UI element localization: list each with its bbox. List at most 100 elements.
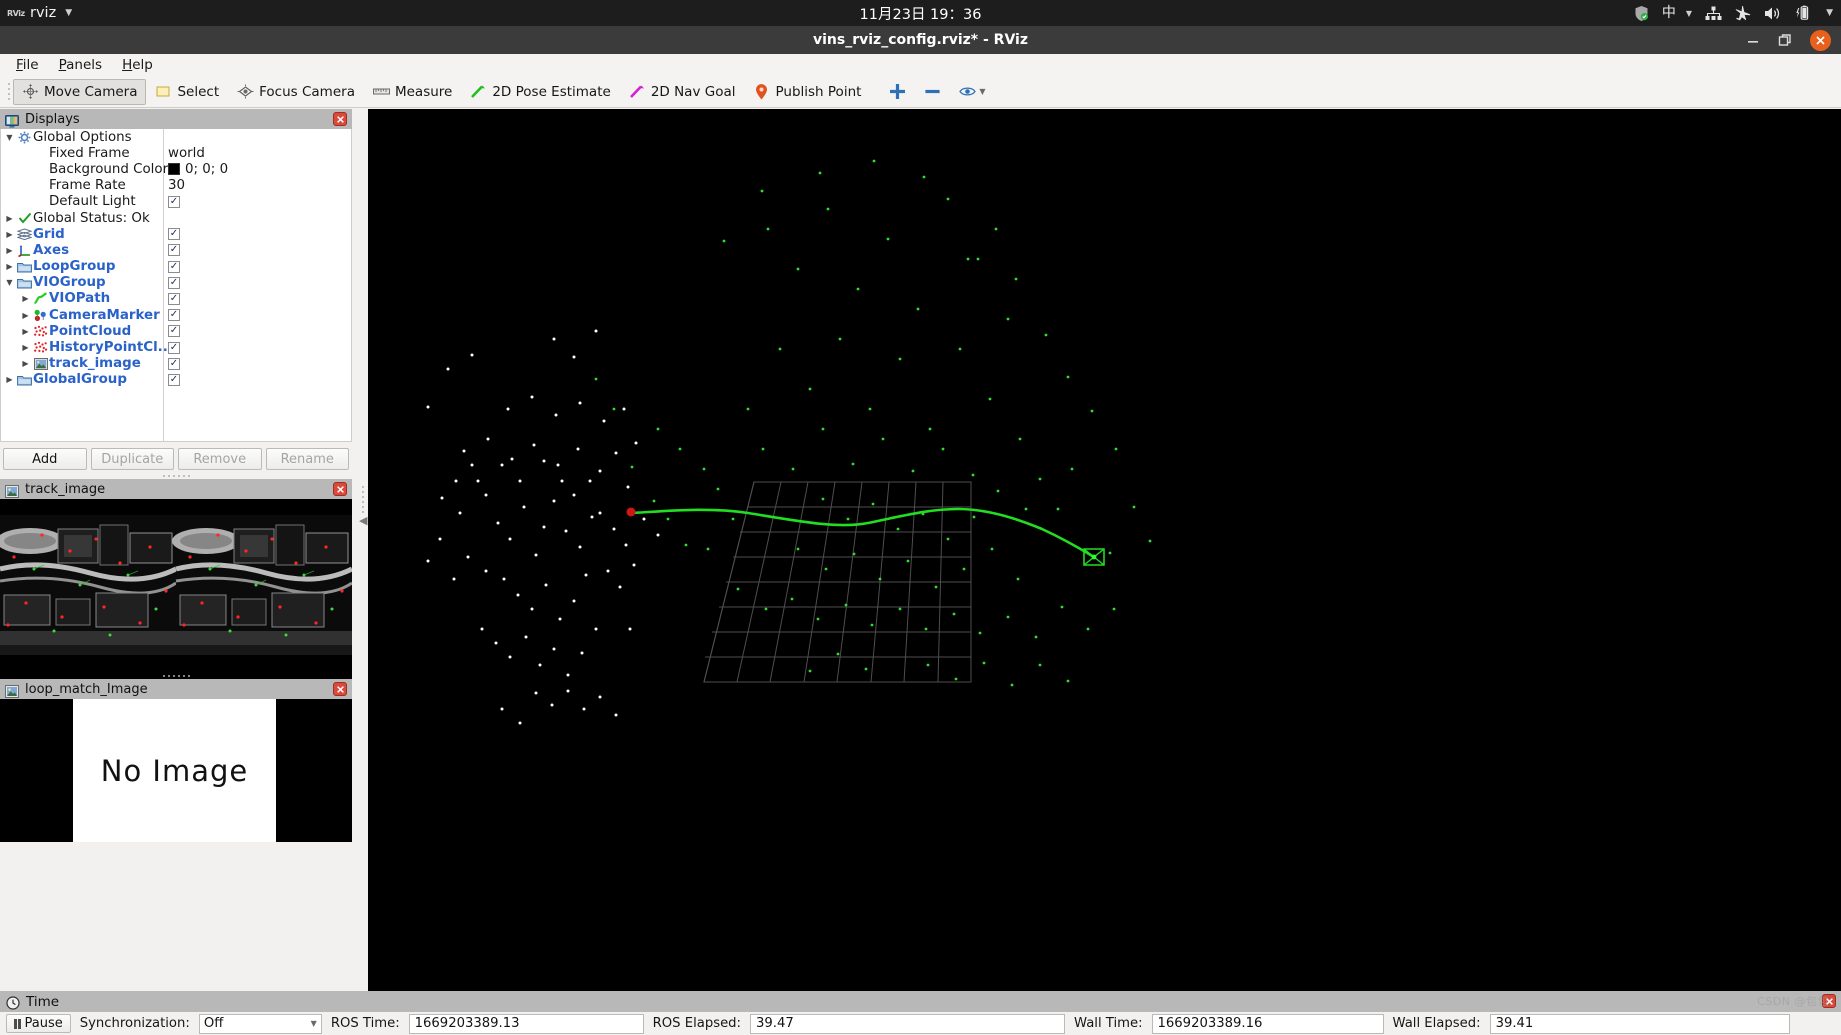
chevron-right-icon[interactable]: ▶ <box>19 311 32 320</box>
tool-visibility[interactable]: ▼ <box>950 79 994 105</box>
chevron-down-icon[interactable]: ▼ <box>3 278 16 287</box>
battery-icon[interactable] <box>1795 5 1811 21</box>
tree-item-checkbox[interactable]: ✓ <box>168 276 180 289</box>
chevron-right-icon[interactable]: ▶ <box>3 214 16 223</box>
tree-item-checkbox[interactable]: ✓ <box>168 292 180 305</box>
tree-row-globalgroup[interactable]: ▶ GlobalGroup ✓ <box>1 372 351 388</box>
tree-row-default-light[interactable]: Default Light ✓ <box>1 194 351 210</box>
tree-row-pointcloud[interactable]: ▶ PointCloud ✓ <box>1 323 351 339</box>
tree-row-historypointcl[interactable]: ▶ HistoryPointCl... ✓ <box>1 339 351 355</box>
displays-panel-close-icon[interactable] <box>333 112 347 126</box>
network-icon[interactable] <box>1705 6 1722 21</box>
tool-focus-camera[interactable]: Focus Camera <box>228 79 364 105</box>
tree-row-cameramarker[interactable]: ▶ CameraMarker ✓ <box>1 307 351 323</box>
checkbox-checked-icon[interactable]: ✓ <box>168 309 180 322</box>
tree-item-color-value[interactable]: 0; 0; 0 <box>168 162 228 177</box>
checkbox-checked-icon[interactable]: ✓ <box>168 244 180 257</box>
dock-splitter-handle-1[interactable] <box>0 472 352 479</box>
wall-time-field[interactable]: 1669203389.16 <box>1151 1013 1384 1034</box>
chevron-right-icon[interactable]: ▶ <box>19 359 32 368</box>
checkbox-checked-icon[interactable]: ✓ <box>168 228 180 241</box>
tree-item-checkbox[interactable]: ✓ <box>168 309 180 322</box>
chevron-right-icon[interactable]: ▶ <box>19 343 32 352</box>
tree-row-loopgroup[interactable]: ▶ LoopGroup ✓ <box>1 259 351 275</box>
pause-button[interactable]: Pause <box>6 1014 71 1033</box>
tool-measure[interactable]: Measure <box>364 79 461 105</box>
track-image-view[interactable] <box>0 499 352 679</box>
dock-splitter-handle-2[interactable] <box>0 672 352 679</box>
main-vertical-splitter[interactable] <box>358 109 367 890</box>
checkbox-checked-icon[interactable]: ✓ <box>168 292 180 305</box>
tree-row-viogroup[interactable]: ▼ VIOGroup ✓ <box>1 275 351 291</box>
tree-row-frame-rate[interactable]: Frame Rate 30 <box>1 178 351 194</box>
checkbox-checked-icon[interactable]: ✓ <box>168 325 180 338</box>
tree-row-axes[interactable]: ▶ Axes ✓ <box>1 242 351 258</box>
chevron-right-icon[interactable]: ▶ <box>3 375 16 384</box>
tree-item-checkbox[interactable]: ✓ <box>168 341 180 354</box>
tool-2d-nav-goal[interactable]: 2D Nav Goal <box>620 79 745 105</box>
tool-add[interactable] <box>880 79 915 105</box>
wall-elapsed-field[interactable]: 39.41 <box>1489 1013 1790 1034</box>
tree-row-viopath[interactable]: ▶ VIOPath ✓ <box>1 291 351 307</box>
chevron-down-icon[interactable]: ▼ <box>3 133 16 142</box>
tree-row-grid[interactable]: ▶ Grid ✓ <box>1 226 351 242</box>
ros-time-field[interactable]: 1669203389.13 <box>408 1013 644 1034</box>
checkbox-checked-icon[interactable]: ✓ <box>168 373 180 386</box>
synchronization-select[interactable]: Off ▼ <box>198 1013 322 1034</box>
displays-tree[interactable]: ▼ Global Options Fixed Frame world Backgroun… <box>0 129 352 442</box>
ros-elapsed-field[interactable]: 39.47 <box>750 1013 1065 1034</box>
tree-item-checkbox[interactable]: ✓ <box>168 228 180 241</box>
tree-item-checkbox[interactable]: ✓ <box>168 373 180 386</box>
tool-publish-point[interactable]: Publish Point <box>744 79 870 105</box>
track-image-panel-close-icon[interactable] <box>333 482 347 496</box>
tool-remove[interactable] <box>915 79 950 105</box>
tree-row-fixed-frame[interactable]: Fixed Frame world <box>1 145 351 161</box>
tree-item-value[interactable]: world <box>168 146 205 161</box>
chevron-right-icon[interactable]: ▶ <box>3 262 16 271</box>
menu-panels[interactable]: Panels <box>51 55 110 75</box>
minimize-button[interactable] <box>1746 33 1760 47</box>
toolbar-drag-handle[interactable] <box>4 81 13 103</box>
add-display-button[interactable]: Add <box>3 448 87 470</box>
chevron-down-icon[interactable]: ▼ <box>65 8 72 18</box>
chevron-right-icon[interactable]: ▶ <box>19 294 32 303</box>
loop-match-image-view[interactable]: No Image <box>0 699 352 842</box>
input-method-icon[interactable]: 中 ▼ <box>1662 6 1692 20</box>
system-app-name[interactable]: rviz <box>30 5 56 21</box>
chevron-down-icon[interactable]: ▼ <box>1686 9 1692 18</box>
render-viewport-3d[interactable] <box>368 109 1841 890</box>
system-app-menu[interactable]: RViz rviz ▼ <box>0 5 72 21</box>
shield-check-icon[interactable] <box>1634 5 1649 22</box>
tree-item-checkbox[interactable]: ✓ <box>168 325 180 338</box>
maximize-restore-button[interactable] <box>1778 33 1792 47</box>
airplane-mode-icon[interactable] <box>1735 5 1751 21</box>
tool-move-camera[interactable]: Move Camera <box>13 78 147 105</box>
chevron-right-icon[interactable]: ▶ <box>19 327 32 336</box>
duplicate-display-button[interactable]: Duplicate <box>90 448 174 470</box>
tree-row-track-image[interactable]: ▶ track_image ✓ <box>1 356 351 372</box>
checkbox-checked-icon[interactable]: ✓ <box>168 341 180 354</box>
tree-item-checkbox[interactable]: ✓ <box>168 357 180 370</box>
checkbox-checked-icon[interactable]: ✓ <box>168 357 180 370</box>
checkbox-checked-icon[interactable]: ✓ <box>168 260 180 273</box>
remove-display-button[interactable]: Remove <box>178 448 262 470</box>
close-button[interactable] <box>1810 29 1831 51</box>
menu-file[interactable]: File <box>8 55 47 75</box>
tree-row-global-status-ok[interactable]: ▶ Global Status: Ok <box>1 210 351 226</box>
rename-display-button[interactable]: Rename <box>265 448 349 470</box>
checkbox-checked-icon[interactable]: ✓ <box>168 195 180 208</box>
tree-item-checkbox[interactable]: ✓ <box>168 244 180 257</box>
system-clock[interactable]: 11月23日 19：36 <box>860 3 982 24</box>
tree-row-global-options[interactable]: ▼ Global Options <box>1 129 351 145</box>
collapse-left-arrow-icon[interactable]: ◀ <box>359 514 367 527</box>
loop-match-panel-close-icon[interactable] <box>333 682 347 696</box>
tree-item-checkbox[interactable]: ✓ <box>168 260 180 273</box>
tool-select[interactable]: Select <box>146 79 228 105</box>
tree-item-value[interactable]: 30 <box>168 178 185 193</box>
tree-row-background-color[interactable]: Background Color 0; 0; 0 <box>1 161 351 177</box>
checkbox-checked-icon[interactable]: ✓ <box>168 276 180 289</box>
tool-2d-pose-estimate[interactable]: 2D Pose Estimate <box>461 79 619 105</box>
tray-chevron-down-icon[interactable]: ▼ <box>1826 8 1833 18</box>
menu-help[interactable]: Help <box>114 55 161 75</box>
chevron-down-icon[interactable]: ▼ <box>979 87 985 96</box>
